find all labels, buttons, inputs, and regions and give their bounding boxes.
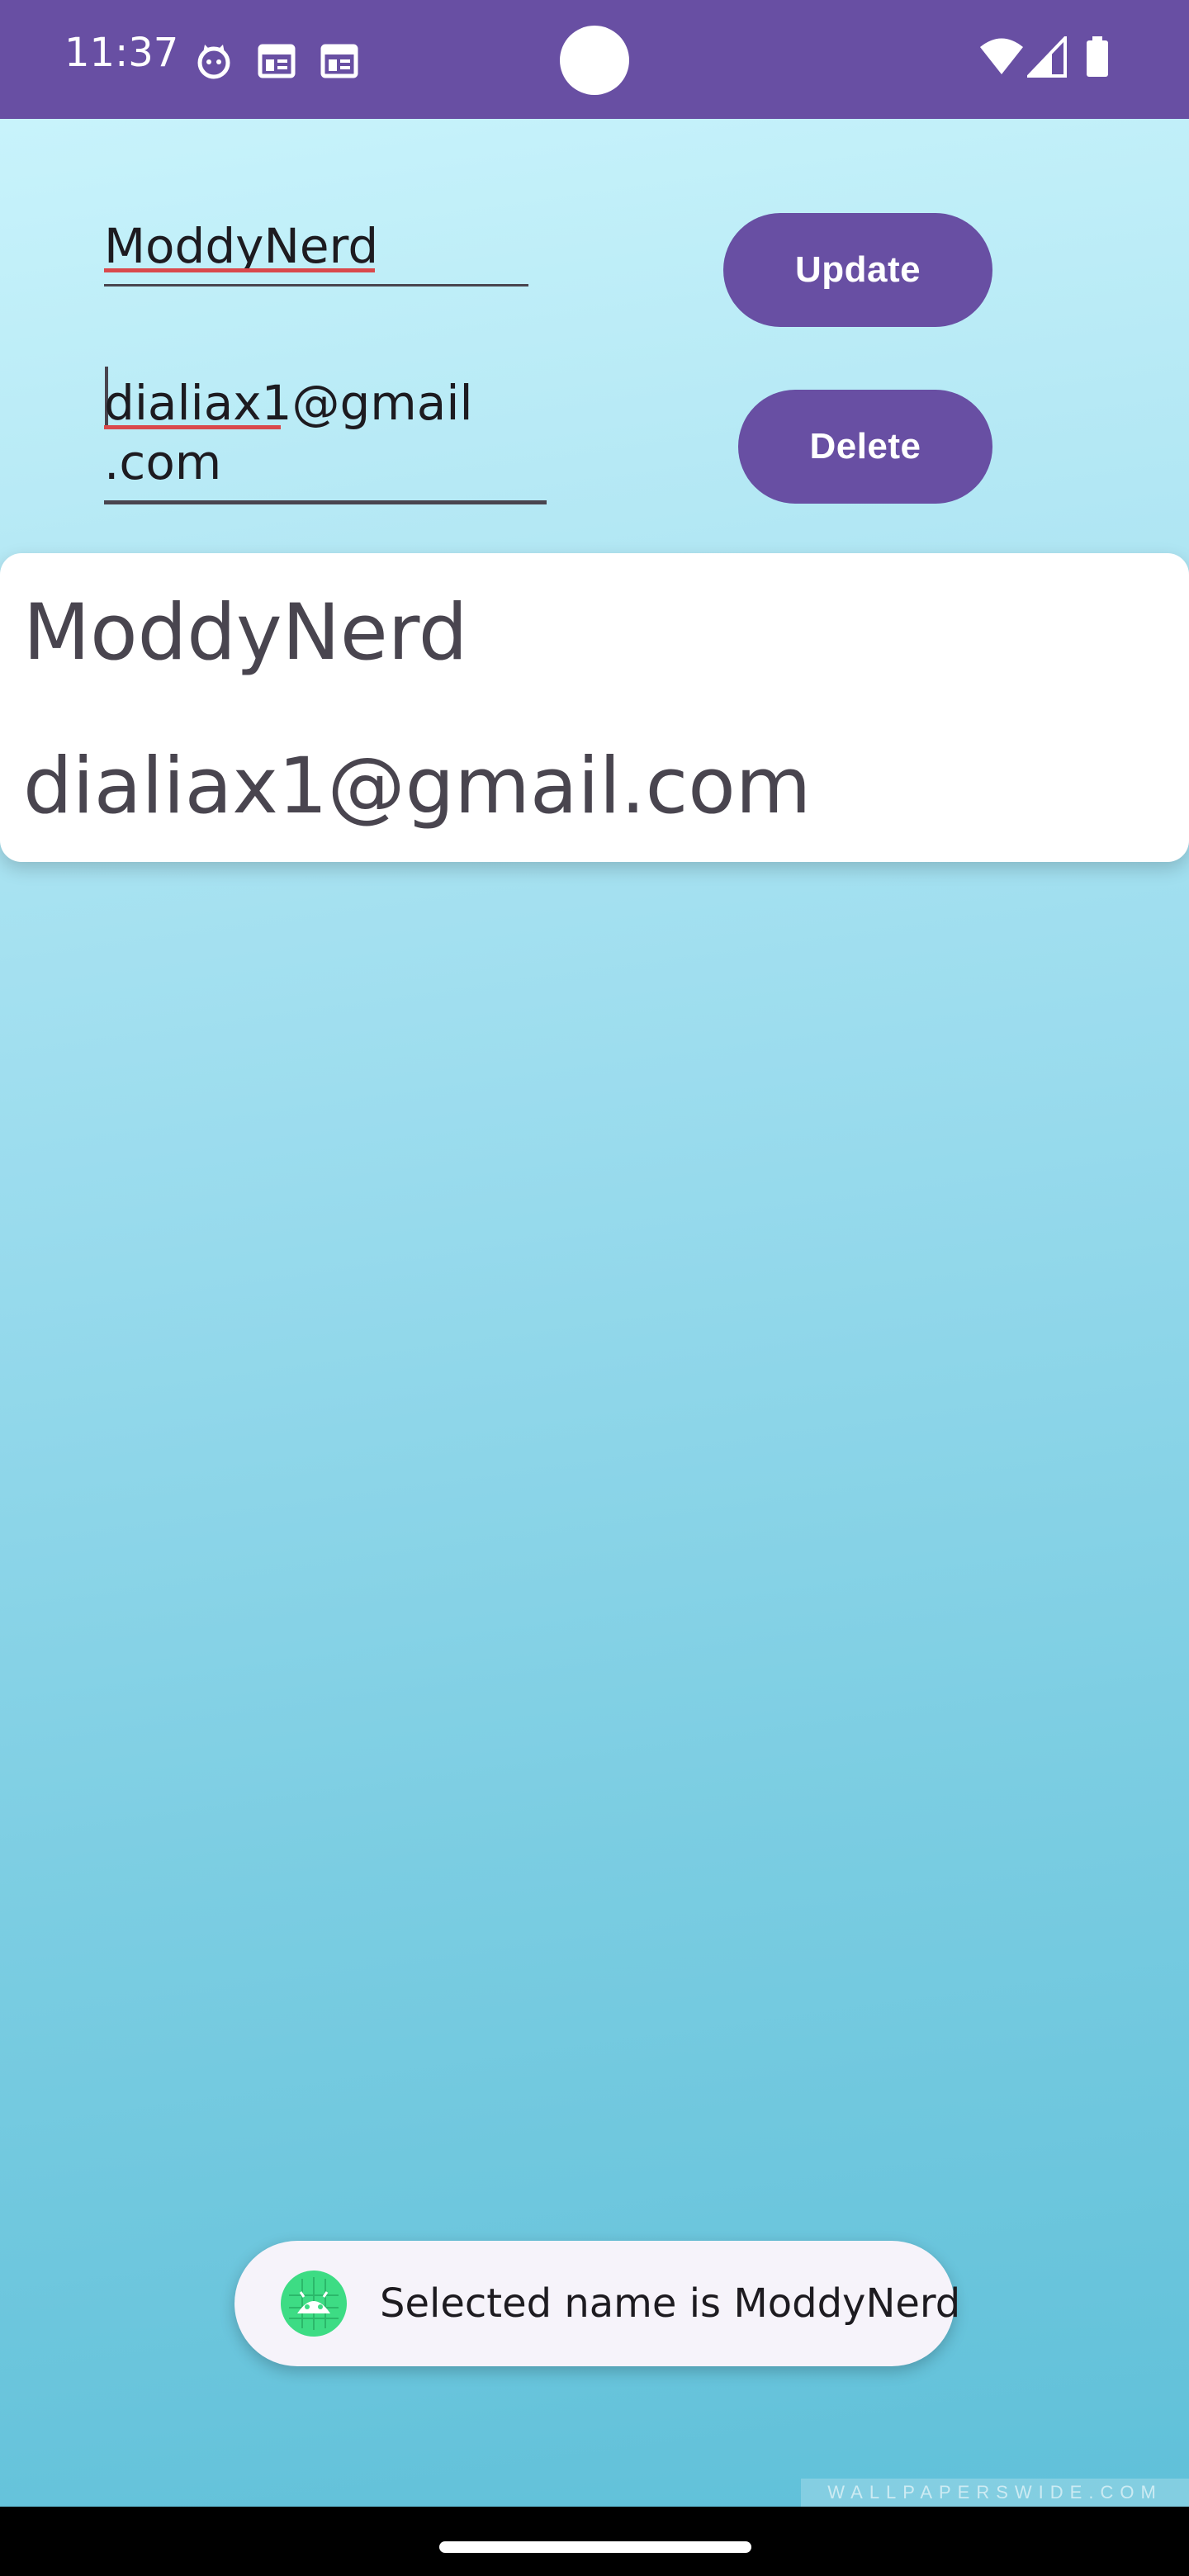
spellcheck-underline [104, 425, 281, 429]
camera-cutout [560, 26, 629, 95]
status-time: 11:37 [64, 30, 179, 76]
toast: Selected name is ModdyNerd [234, 2241, 960, 2366]
wallpaper-watermark: WALLPAPERSWIDE.COM [801, 2479, 1189, 2507]
navigation-bar [0, 2507, 1189, 2576]
name-field-underline [104, 284, 528, 286]
calendar-notification-icon [320, 44, 358, 78]
email-field-underline [104, 500, 547, 504]
email-input-line1[interactable]: dialiax1@gmail [104, 373, 473, 433]
delete-button[interactable]: Delete [738, 390, 992, 504]
wifi-icon [980, 38, 1023, 74]
email-input-line2[interactable]: .com [104, 433, 221, 492]
status-bar: 11:37 [0, 0, 1189, 119]
user-card[interactable]: ModdyNerd dialiax1@gmail.com [0, 553, 1189, 862]
card-name: ModdyNerd [23, 588, 468, 678]
cellular-signal-icon [1027, 36, 1067, 78]
android-app-icon [281, 2271, 347, 2337]
calendar-notification-icon [258, 44, 296, 78]
home-gesture-handle[interactable] [439, 2541, 751, 2553]
toast-message: Selected name is ModdyNerd [380, 2280, 961, 2327]
name-input-text[interactable]: ModdyNerd [104, 216, 378, 276]
update-button[interactable]: Update [723, 213, 992, 327]
card-email: dialiax1@gmail.com [23, 741, 812, 831]
spellcheck-underline [104, 268, 375, 272]
battery-icon [1087, 36, 1108, 77]
cat-notification-icon [197, 45, 230, 79]
